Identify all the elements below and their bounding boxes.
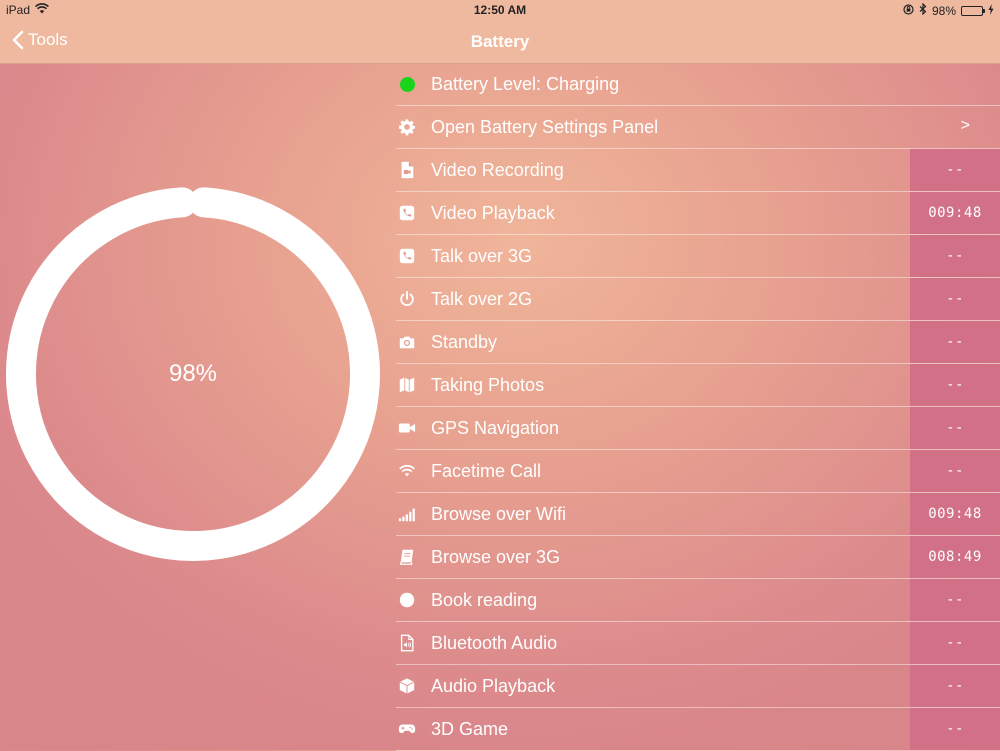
- usage-row-value: --: [910, 622, 1000, 664]
- usage-row: 3D Game --: [396, 708, 1000, 751]
- usage-row-value: --: [910, 665, 1000, 707]
- gear-icon: [397, 117, 417, 137]
- usage-row-value: --: [910, 579, 1000, 621]
- phone-icon: [397, 246, 417, 266]
- usage-row: Talk over 2G --: [396, 278, 1000, 321]
- battery-status-label: Battery Level: Charging: [431, 73, 620, 94]
- page-title: Battery: [470, 32, 530, 51]
- top-bar: iPad 12:50 AM 98% Tools Battery: [0, 0, 1000, 64]
- usage-row-value: --: [910, 708, 1000, 750]
- map-icon: [397, 375, 417, 395]
- usage-row-label: Bluetooth Audio: [431, 632, 558, 653]
- circle-icon: [397, 590, 417, 610]
- usage-row-label: Taking Photos: [431, 374, 545, 395]
- chevron-right-icon: >: [960, 117, 970, 134]
- usage-row-value: --: [910, 235, 1000, 277]
- status-time: 12:50 AM: [473, 3, 527, 17]
- video-camera-icon: [397, 418, 417, 438]
- usage-row: Standby --: [396, 321, 1000, 364]
- usage-row-label: Talk over 3G: [431, 245, 533, 266]
- usage-row-label: 3D Game: [431, 718, 509, 739]
- usage-row-label: Book reading: [431, 589, 538, 610]
- battery-percent: 98%: [931, 3, 956, 18]
- phone-icon: [397, 203, 417, 223]
- usage-row-value: --: [910, 407, 1000, 449]
- usage-row-label: Talk over 2G: [431, 288, 533, 309]
- usage-row: Browse over 3G 008:49: [396, 536, 1000, 579]
- usage-row-value: --: [910, 364, 1000, 406]
- cube-icon: [397, 676, 417, 696]
- camera-icon: [397, 332, 417, 352]
- usage-row-label: Video Playback: [431, 202, 555, 223]
- usage-row-value: 009:48: [910, 493, 1000, 535]
- usage-row-label: Browse over Wifi: [431, 503, 567, 524]
- usage-row-label: Video Recording: [431, 159, 564, 180]
- usage-row-value: 009:48: [910, 192, 1000, 234]
- usage-row: Browse over Wifi 009:48: [396, 493, 1000, 536]
- usage-row-label: Browse over 3G: [431, 546, 561, 567]
- usage-row-value: --: [910, 278, 1000, 320]
- orientation-lock-icon: [903, 3, 914, 18]
- video-file-icon: [397, 160, 417, 180]
- usage-row: Facetime Call --: [396, 450, 1000, 493]
- usage-row-label: Facetime Call: [431, 460, 542, 481]
- battery-usage-list: Battery Level: Charging Open Battery Set…: [396, 63, 1000, 751]
- usage-row: Video Playback 009:48: [396, 192, 1000, 235]
- bluetooth-icon: [919, 2, 927, 18]
- power-icon: [397, 289, 417, 309]
- usage-row: Audio Playback --: [396, 665, 1000, 708]
- usage-row-value: --: [910, 149, 1000, 191]
- usage-row: GPS Navigation --: [396, 407, 1000, 450]
- usage-row: Talk over 3G --: [396, 235, 1000, 278]
- charging-status-dot: [397, 74, 417, 94]
- battery-icon: [961, 5, 985, 16]
- status-bar: iPad 12:50 AM 98%: [0, 0, 1000, 20]
- wifi-icon: [397, 461, 417, 481]
- usage-row: Bluetooth Audio --: [396, 622, 1000, 665]
- usage-row-value: --: [910, 321, 1000, 363]
- usage-row-value: 008:49: [910, 536, 1000, 578]
- battery-gauge-label: 98%: [168, 360, 218, 387]
- usage-row: Book reading --: [396, 579, 1000, 622]
- audio-file-icon: [397, 633, 417, 653]
- battery-status-row: Battery Level: Charging: [396, 63, 1000, 106]
- usage-row: Video Recording --: [396, 149, 1000, 192]
- usage-row-value: --: [910, 450, 1000, 492]
- usage-row-label: Standby: [431, 331, 498, 352]
- open-battery-settings-label: Open Battery Settings Panel: [431, 116, 659, 137]
- usage-row-label: GPS Navigation: [431, 417, 560, 438]
- gamepad-icon: [397, 719, 417, 739]
- book-icon: [397, 547, 417, 567]
- signal-icon: [397, 504, 417, 524]
- usage-row-label: Audio Playback: [431, 675, 556, 696]
- open-battery-settings-row[interactable]: Open Battery Settings Panel >: [396, 106, 1000, 149]
- usage-row: Taking Photos --: [396, 364, 1000, 407]
- charging-bolt-icon: [988, 3, 994, 18]
